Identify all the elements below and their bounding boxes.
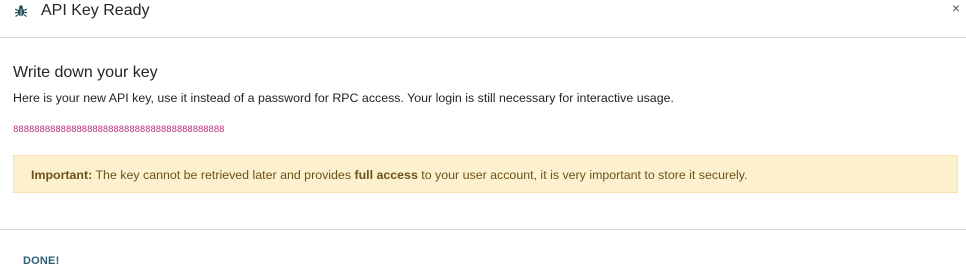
section-heading: Write down your key <box>13 64 158 81</box>
warning-alert: Important: The key cannot be retrieved l… <box>13 155 958 193</box>
alert-text-before: The key cannot be retrieved later and pr… <box>92 168 355 182</box>
alert-emphasis: full access <box>354 168 418 182</box>
api-key-value[interactable]: 8888888888888888888888888888888888888888 <box>13 124 225 136</box>
alert-text-after: to your user account, it is very importa… <box>417 168 748 182</box>
bug-icon <box>14 4 28 18</box>
dialog-header: API Key Ready × <box>0 0 966 38</box>
alert-prefix: Important: <box>31 168 93 182</box>
alert-text: Important: The key cannot be retrieved l… <box>31 167 747 183</box>
done-button[interactable]: DONE! <box>23 254 59 268</box>
description-text: Here is your new API key, use it instead… <box>13 91 674 105</box>
dialog-title: API Key Ready <box>41 2 150 19</box>
close-icon[interactable]: × <box>949 1 963 15</box>
footer-divider <box>0 229 966 230</box>
